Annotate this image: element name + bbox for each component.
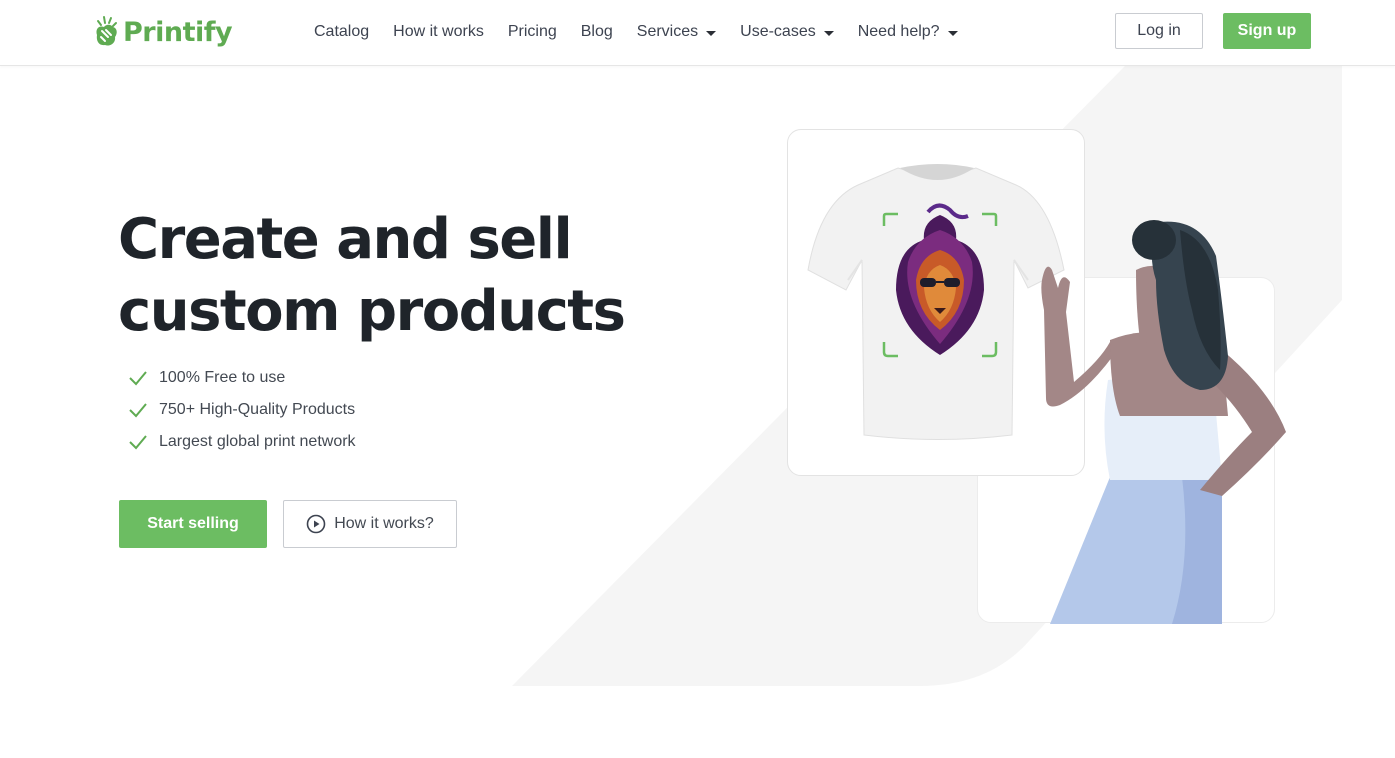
nav-item-how-it-works[interactable]: How it works: [393, 23, 484, 41]
caret-down-icon: [823, 30, 834, 36]
site-header: Printify Catalog How it works Pricing Bl…: [0, 0, 1395, 66]
nav-item-label: Use-cases: [740, 23, 816, 40]
how-it-works-button[interactable]: How it works?: [283, 500, 457, 548]
how-it-works-label: How it works?: [334, 515, 434, 532]
feature-text: Largest global print network: [159, 433, 356, 450]
hero-headline-line-2: custom products: [118, 279, 626, 344]
nav-item-pricing[interactable]: Pricing: [508, 23, 557, 41]
nav-item-label: Services: [636, 23, 699, 40]
nav-item-label: Blog: [580, 23, 613, 40]
caret-down-icon: [706, 30, 717, 36]
woman-illustration-image: [1041, 220, 1286, 624]
nav-item-need-help[interactable]: Need help?: [858, 23, 958, 41]
hero-headline-line-1: Create and sell: [118, 207, 573, 272]
nav-item-label: Need help?: [857, 23, 940, 40]
play-circle-icon: [306, 514, 326, 534]
nav-item-services[interactable]: Services: [636, 23, 717, 41]
brand-logo[interactable]: Printify: [93, 13, 233, 51]
nav-item-blog[interactable]: Blog: [581, 23, 613, 41]
brand-name: Printify: [123, 16, 233, 48]
caret-down-icon: [947, 30, 958, 36]
printify-logo-icon: [96, 16, 117, 46]
feature-item: 750+ High-Quality Products: [128, 394, 356, 426]
check-icon: [129, 403, 147, 418]
feature-text: 100% Free to use: [159, 369, 286, 386]
main-nav: Catalog How it works Pricing Blog Servic…: [314, 0, 982, 64]
nav-item-catalog[interactable]: Catalog: [314, 23, 369, 41]
nav-item-label: How it works: [393, 23, 484, 40]
feature-item: Largest global print network: [128, 426, 356, 458]
nav-item-label: Pricing: [507, 23, 557, 40]
nav-item-label: Catalog: [314, 23, 370, 40]
start-selling-button[interactable]: Start selling: [119, 500, 267, 548]
check-icon: [129, 435, 147, 450]
signup-button[interactable]: Sign up: [1223, 13, 1311, 49]
hero-headline: Create and sell custom products: [118, 204, 678, 348]
login-button[interactable]: Log in: [1115, 13, 1203, 49]
feature-item: 100% Free to use: [128, 362, 356, 394]
check-icon: [129, 371, 147, 386]
feature-list: 100% Free to use 750+ High-Quality Produ…: [128, 362, 356, 458]
nav-item-use-cases[interactable]: Use-cases: [740, 23, 834, 41]
feature-text: 750+ High-Quality Products: [159, 401, 356, 418]
